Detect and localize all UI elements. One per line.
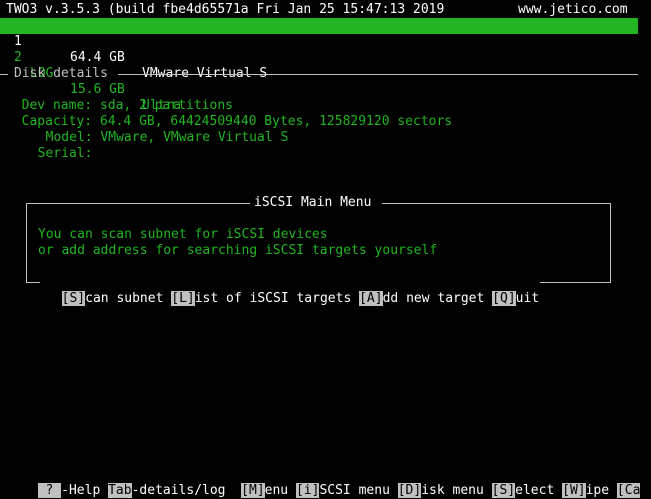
select-label: elect — [515, 483, 555, 498]
disk-row-2[interactable]: 2 LOG 15.6 GB Ultra — [0, 34, 638, 113]
details-log-hint[interactable]: Tab-details/log — [108, 483, 226, 499]
help-key: ? — [37, 483, 62, 498]
list-targets-button[interactable]: [L]ist of iSCSI targets — [171, 291, 351, 307]
quit-key: [Q] — [492, 291, 516, 306]
dialog-title: iSCSI Main Menu — [254, 195, 372, 210]
app-title: TWO3 v.3.5.3 (build fbe4d65571a Fri Jan … — [6, 2, 445, 17]
disk-menu-label: isk menu — [421, 483, 484, 498]
serial-label: Serial: — [37, 146, 93, 161]
menu-hint[interactable]: [M]enu — [241, 483, 288, 499]
add-target-key: [A] — [359, 291, 383, 306]
disk-menu-hint[interactable]: [D]isk menu — [397, 483, 484, 499]
menu-label: enu — [264, 483, 289, 498]
tab-key: Tab — [108, 483, 132, 498]
dialog-border-right — [610, 203, 611, 283]
details-divider-right — [118, 74, 638, 75]
details-log-label: -details/log — [131, 483, 226, 498]
footer-hints: ? -Help Tab-details/log [M]enu [i]SCSI m… — [22, 467, 651, 499]
disk-size: 64.4 GB — [70, 50, 125, 65]
dialog-border-top-left — [26, 203, 250, 204]
wipe-hint[interactable]: [W]ipe — [562, 483, 609, 499]
details-title: Disk details — [14, 66, 108, 81]
wipe-key: [W] — [562, 483, 586, 498]
select-hint[interactable]: [S]elect — [491, 483, 555, 499]
menu-key: [M] — [241, 483, 265, 498]
add-target-button[interactable]: [A]dd new target — [359, 291, 484, 307]
dialog-border-top-right — [382, 203, 610, 204]
model-value: VMware, VMware Virtual S — [100, 130, 289, 145]
dialog-border-bottom-left — [26, 282, 40, 283]
dialog-border-bottom-right — [540, 282, 610, 283]
scan-subnet-label: can subnet — [85, 291, 164, 306]
disk-key: [D] — [397, 483, 422, 498]
dialog-message-line-2: or add address for searching iSCSI targe… — [38, 243, 438, 258]
scan-subnet-button[interactable]: [S]can subnet — [61, 291, 164, 307]
scan-subnet-key: [S] — [61, 291, 86, 306]
cancel-hint[interactable]: [Ca — [616, 483, 641, 499]
add-target-label: dd new target — [382, 291, 485, 306]
website-link: www.jetico.com — [518, 2, 628, 17]
dialog-actions: [S]can subnet [L]ist of iSCSI targets [A… — [46, 275, 539, 307]
help-label: -Help — [61, 483, 101, 498]
quit-label: uit — [515, 291, 540, 306]
select-key: [S] — [491, 483, 516, 498]
iscsi-menu-label: SCSI menu — [319, 483, 390, 498]
list-targets-label: ist of iSCSI targets — [194, 291, 352, 306]
cancel-key: [Ca — [616, 483, 641, 498]
disk-row-1[interactable]: 1 64.4 GB VMware Virtual S — [0, 18, 638, 81]
iscsi-key: [i] — [295, 483, 320, 498]
dialog-border-left — [26, 203, 27, 283]
help-hint[interactable]: ? -Help — [37, 483, 101, 499]
wipe-label: ipe — [585, 483, 610, 498]
list-targets-key: [L] — [171, 291, 195, 306]
details-divider-left — [0, 74, 8, 75]
disk-number: 2 — [14, 50, 22, 65]
iscsi-menu-hint[interactable]: [i]SCSI menu — [295, 483, 390, 499]
serial-row: Serial: — [22, 130, 93, 162]
quit-button[interactable]: [Q]uit — [492, 291, 539, 307]
dialog-message-line-1: You can scan subnet for iSCSI devices — [38, 227, 328, 242]
